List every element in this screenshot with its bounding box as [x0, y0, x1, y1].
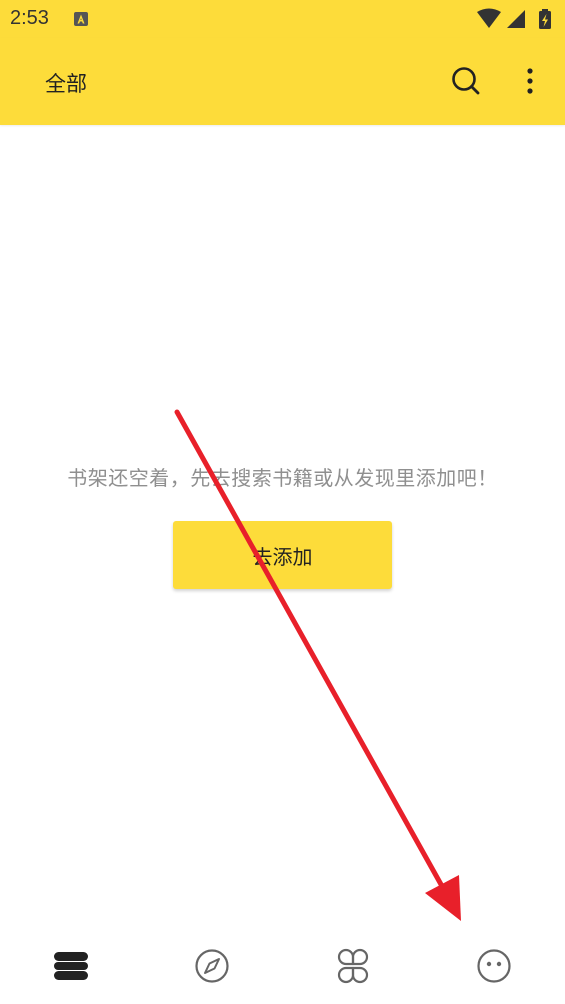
nav-item-my[interactable]: [469, 941, 519, 991]
a-letter-notification-icon: [73, 11, 89, 27]
status-time: 2:53: [10, 7, 49, 29]
more-vert-icon: [527, 68, 533, 94]
face-profile-icon: [477, 949, 511, 983]
page-title: 全部: [45, 72, 87, 96]
compass-icon: [195, 949, 229, 983]
empty-bookshelf-message: 书架还空着，先去搜索书籍或从发现里添加吧！: [67, 466, 498, 490]
bookshelf-icon: [54, 952, 88, 980]
grid-rss-icon: [337, 948, 369, 984]
app-bar: 全部: [0, 38, 565, 125]
search-button[interactable]: [447, 62, 485, 100]
nav-item-discover[interactable]: [187, 941, 237, 991]
bottom-navigation: [0, 925, 565, 1004]
signal-icon: [507, 10, 525, 28]
annotation-arrow: [174, 409, 461, 921]
status-bar: 2:53: [0, 0, 565, 38]
more-options-button[interactable]: [515, 62, 545, 100]
search-icon: [452, 67, 480, 95]
go-add-button[interactable]: 去添加: [173, 521, 392, 589]
nav-item-rss[interactable]: [328, 941, 378, 991]
system-icons: [477, 8, 557, 30]
wifi-icon: [477, 8, 501, 28]
battery-charging-icon: [539, 9, 551, 29]
nav-item-bookshelf[interactable]: [46, 941, 96, 991]
